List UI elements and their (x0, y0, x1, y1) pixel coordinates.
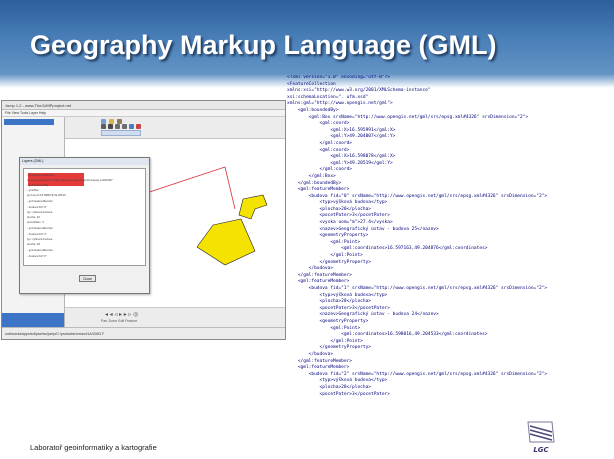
dialog-title: Layers (GML) (20, 158, 149, 165)
code-line: <typ>výšková budova</typ> (287, 378, 388, 384)
code-line: <plocha>28</plocha> (287, 384, 372, 390)
code-line: <gml:boundedBy> (287, 107, 339, 113)
code-line: <typ>výšková budova</typ> (287, 200, 388, 206)
tree-line: - budova fid="1" (27, 232, 47, 236)
info-icon (129, 124, 134, 129)
app-statusbar: unit/conda/apps/eclipse/ws/jump/C:/produ… (2, 327, 285, 339)
tree-line: - gml:boundedBy (27, 183, 49, 187)
code-line: <gml:featureMember> (287, 279, 350, 285)
zoom-icon (108, 124, 113, 129)
code-line: <gml:coordinates>16.598016,49.204533</gm… (287, 332, 488, 338)
layer-panel-selected-item (4, 119, 54, 125)
code-line: <vyska uom="m">27.4</vyska> (287, 220, 393, 226)
code-line: <nazev>Geografický ústav - budova 24</na… (287, 312, 439, 318)
toolbar-combo (101, 130, 141, 136)
app-menubar: File View Tools Layer Help (2, 110, 285, 117)
code-line: </gml:Box> (287, 173, 336, 179)
gml-dialog: Layers (GML) - gml:featureCollection xsi… (19, 157, 150, 294)
code-line: </geometryProperty> (287, 345, 372, 351)
slide-title: Geography Markup Language (GML) (30, 30, 497, 60)
code-line: </gml:coord> (287, 167, 353, 173)
code-line: <plocha>28</plocha> (287, 299, 372, 305)
navigation-labels: Pan Zoom Edit Feature (101, 319, 138, 323)
gml-code-listing: <?xml version="1.0" encoding="utf-8"?> <F… (287, 75, 607, 445)
code-line: </budova> (287, 266, 334, 272)
app-toolbar (65, 117, 285, 139)
footer-text: Laboratoř geoinformatiky a kartografie (30, 443, 157, 452)
tree-line: - gml:featureMember (27, 199, 53, 203)
tree-line: - gml:featureCollection (27, 173, 55, 177)
lgc-logo: LGC (527, 421, 555, 454)
code-line: </gml:coord> (287, 140, 353, 146)
code-line: </budova> (287, 351, 334, 357)
code-line: <pocetPater>3</pocetPater> (287, 391, 390, 397)
code-line: <geometryProperty> (287, 233, 369, 239)
select-icon (115, 124, 120, 129)
close-button[interactable]: Close (79, 275, 96, 282)
code-line: </gml:Point> (287, 253, 363, 259)
building-large (196, 218, 256, 266)
tree-line: - budova fid="0" (27, 205, 47, 209)
navigation-bar: ◂ ◂ ◃ ▸ ▸ ▹ ◎ Pan Zoom Edit Feature (65, 307, 285, 327)
delete-icon (136, 124, 141, 129)
app-titlebar: Jump 1.2 - www.TheJUMPproject.net (2, 101, 285, 110)
tree-line: - budova fid="2" (27, 254, 47, 258)
navigation-arrows-icon: ◂ ◂ ◃ ▸ ▸ ▹ ◎ (105, 312, 139, 318)
measure-icon (122, 124, 127, 129)
code-line: xmlns:xsi="http://www.w3.org/2001/XMLSch… (287, 88, 431, 94)
tree-line: gml:coord 16.598078,49.20519 (27, 193, 66, 197)
tree-line: plocha: 20 (27, 215, 40, 219)
pan-icon (101, 124, 106, 129)
tree-line: - gml:featureMember (27, 248, 53, 252)
gml-tree-view: - gml:featureCollection xsi:schemaLocati… (23, 168, 146, 266)
code-line: <gml:coord> (287, 121, 350, 127)
code-line: <gml:featureMember> (287, 365, 350, 371)
tree-line: - gml:Box (27, 188, 39, 192)
code-line: </geometryProperty> (287, 259, 372, 265)
gis-app-screenshot: Jump 1.2 - www.TheJUMPproject.net File V… (1, 100, 286, 340)
tree-line: typ: výšková budova (27, 237, 53, 241)
code-line: <gml:Y>49.204007</gml:Y> (287, 134, 396, 140)
code-line: xmlns:gml="http://www.opengis.net/gml"> (287, 101, 393, 107)
tree-line: xsi:schemaLocation="http://www.opengis.n… (27, 178, 113, 182)
building-small (238, 194, 268, 220)
logo-text: LGC (533, 446, 549, 454)
code-line: <budova fid="1" srsName="http://www.open… (287, 286, 548, 291)
code-line: <geometryProperty> (287, 318, 369, 324)
code-line: <gml:X>16.598078</gml:X> (287, 154, 396, 160)
code-line: <?xml version="1.0" encoding="utf-8"?> (287, 75, 390, 80)
code-line: <gml:featureMember> (287, 187, 350, 193)
tree-line: - gml:featureMember (27, 226, 53, 230)
tree-line: typ: výšková budova (27, 210, 53, 214)
tree-line: plocha: 28 (27, 242, 40, 246)
tree-line: pocetPater: 3 (27, 220, 44, 224)
layer-panel-footer (2, 313, 64, 327)
